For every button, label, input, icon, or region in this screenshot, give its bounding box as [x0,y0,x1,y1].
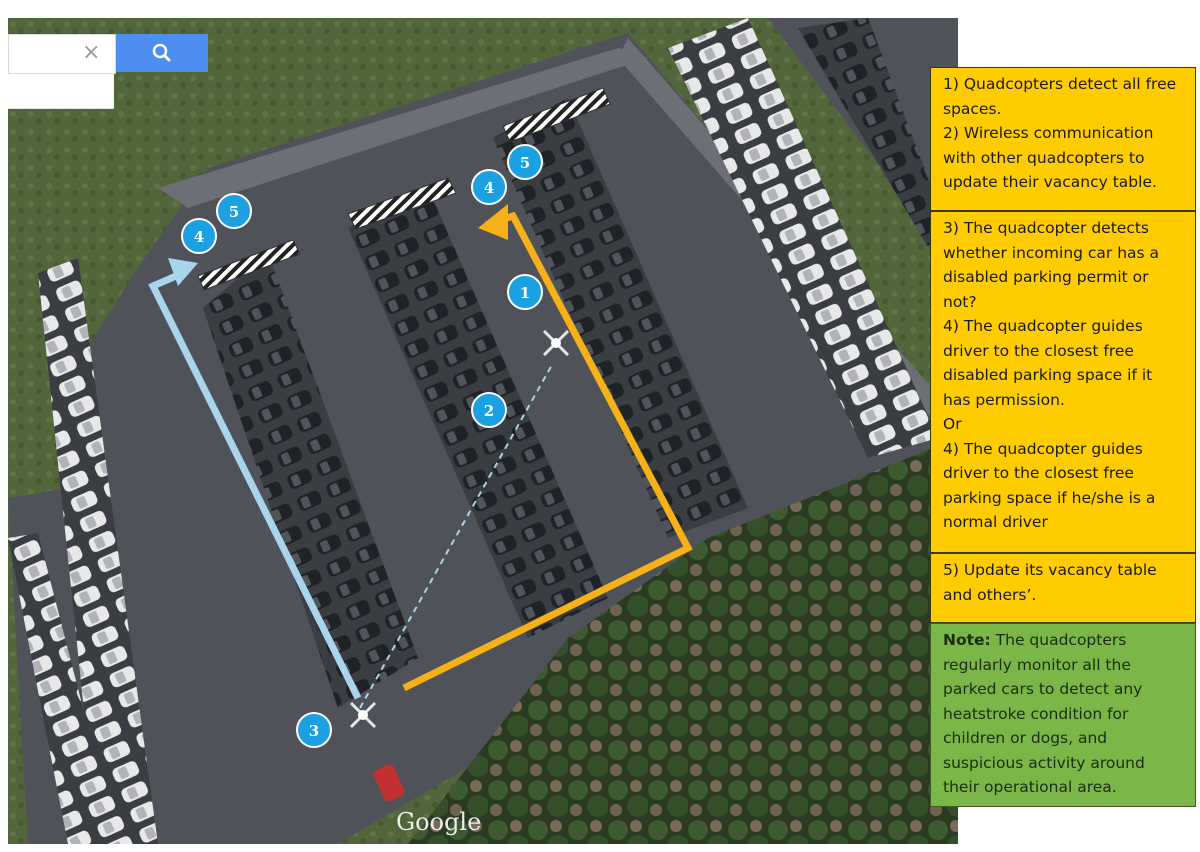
svg-text:3: 3 [309,722,319,740]
svg-text:4: 4 [484,179,494,197]
step-4b-text: 4) The quadcopter guides driver to the c… [943,439,1161,532]
note-body: The quadcopters regularly monitor all th… [943,631,1150,796]
search-button[interactable] [116,34,208,72]
aerial-parking-map[interactable]: 1 2 3 4 4 5 5 Google [8,18,958,844]
svg-text:2: 2 [484,402,494,420]
svg-text:5: 5 [229,203,239,221]
steps-1-2-panel: 1) Quadcopters detect all free spaces. 2… [930,67,1196,211]
step-5-text: 5) Update its vacancy table and others’. [943,561,1162,604]
step-marker-2: 2 [471,392,507,428]
clear-icon[interactable]: × [82,40,100,66]
note-panel: Note: The quadcopters regularly monitor … [930,623,1196,807]
route-orange-path [402,211,693,692]
svg-text:5: 5 [520,154,530,172]
step-marker-5-left: 5 [216,193,252,229]
route-blue-arrowhead [168,258,198,286]
step-or-text: Or [943,415,962,433]
step-marker-3: 3 [296,712,332,748]
svg-text:4: 4 [194,228,204,246]
step-3-text: 3) The quadcopter detects whether incomi… [943,219,1164,311]
step-marker-4-left: 4 [181,218,217,254]
svg-text:1: 1 [520,284,530,302]
step-marker-5-right: 5 [507,144,543,180]
route-orange-arrowhead [478,204,508,240]
note-text: Note: The quadcopters regularly monitor … [943,628,1183,800]
map-attribution: Google [396,808,481,836]
step-5-panel: 5) Update its vacancy table and others’. [930,553,1196,623]
route-blue-path [148,269,362,700]
note-label: Note: [943,631,991,649]
quadcopter-icon [542,329,570,357]
step-1-text: 1) Quadcopters detect all free spaces. [943,75,1182,118]
quadcopter-icon [349,701,377,729]
route-overlay: 1 2 3 4 4 5 5 Google [148,144,693,836]
drone-link-dashed [359,362,554,709]
steps-3-4-panel: 3) The quadcopter detects whether incomi… [930,211,1196,553]
magnifier-icon [152,43,171,62]
step-4a-text: 4) The quadcopter guides driver to the c… [943,317,1158,409]
step-2-text: 2) Wireless communication with other qua… [943,124,1159,191]
step-marker-4-right: 4 [471,169,507,205]
step-marker-1: 1 [507,274,543,310]
